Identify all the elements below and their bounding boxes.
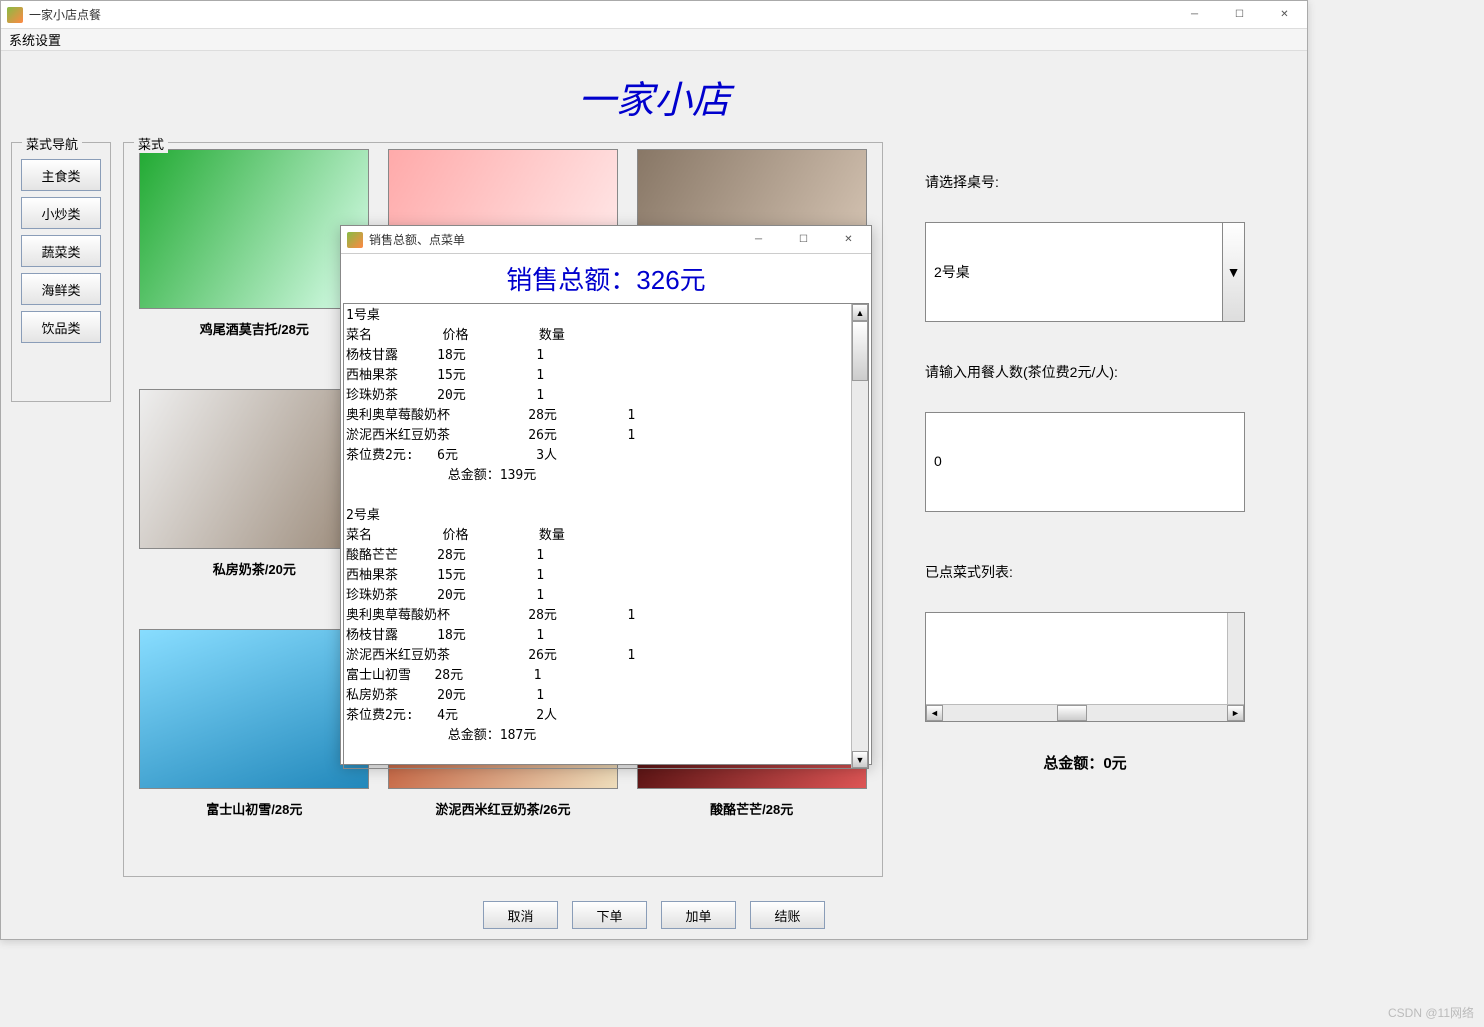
- app-icon: [7, 7, 23, 23]
- add-button[interactable]: 加单: [661, 901, 736, 929]
- scroll-down-icon[interactable]: ▼: [852, 751, 868, 768]
- dish-image: [139, 389, 369, 549]
- cancel-button[interactable]: 取消: [483, 901, 558, 929]
- menu-label: 菜式: [134, 134, 168, 153]
- ordered-list[interactable]: ◄ ►: [925, 612, 1245, 722]
- sales-modal: 销售总额、点菜单 ─ ☐ ✕ 销售总额：326元 1号桌 菜名 价格 数量 杨枝…: [340, 225, 872, 765]
- dish-image: [139, 629, 369, 789]
- vscrollbar[interactable]: [1227, 613, 1244, 704]
- app-icon: [347, 232, 363, 248]
- dish-image: [139, 149, 369, 309]
- label-ordered: 已点菜式列表:: [925, 562, 1245, 582]
- right-panel: 请选择桌号: 2号桌 ▼ 请输入用餐人数(茶位费2元/人): 0 已点菜式列表:…: [895, 132, 1265, 877]
- scroll-right-icon[interactable]: ►: [1227, 705, 1244, 721]
- watermark: CSDN @11网络: [1388, 1004, 1474, 1021]
- main-title: 一家小店点餐: [29, 6, 101, 23]
- bottom-bar: 取消 下单 加单 结账: [1, 901, 1307, 929]
- maximize-icon[interactable]: ☐: [781, 226, 826, 254]
- dish-caption: 鸡尾酒莫吉托/28元: [200, 319, 309, 338]
- order-area: 1号桌 菜名 价格 数量 杨枝甘露 18元 1 西柚果茶 15元 1 珍珠奶茶 …: [343, 303, 869, 769]
- total-value: 0元: [1103, 755, 1126, 772]
- scroll-up-icon[interactable]: ▲: [852, 304, 868, 321]
- dish-caption: 私房奶茶/20元: [213, 559, 296, 578]
- order-button[interactable]: 下单: [572, 901, 647, 929]
- menu-system-settings[interactable]: 系统设置: [9, 30, 61, 49]
- close-icon[interactable]: ✕: [826, 226, 871, 254]
- order-text: 1号桌 菜名 价格 数量 杨枝甘露 18元 1 西柚果茶 15元 1 珍珠奶茶 …: [344, 304, 868, 748]
- maximize-icon[interactable]: ☐: [1217, 1, 1262, 29]
- nav-btn-veggie[interactable]: 蔬菜类: [21, 235, 101, 267]
- dish-caption: 酸酪芒芒/28元: [710, 799, 793, 818]
- people-input[interactable]: 0: [925, 412, 1245, 512]
- scroll-thumb[interactable]: [1057, 705, 1087, 721]
- scroll-track[interactable]: [852, 321, 868, 751]
- vscrollbar[interactable]: ▲ ▼: [851, 304, 868, 768]
- scroll-left-icon[interactable]: ◄: [926, 705, 943, 721]
- sales-total-title: 销售总额：326元: [341, 254, 871, 301]
- label-people: 请输入用餐人数(茶位费2元/人):: [925, 362, 1245, 382]
- dish-caption: 淤泥西米红豆奶茶/26元: [435, 799, 570, 818]
- modal-titlebar[interactable]: 销售总额、点菜单 ─ ☐ ✕: [341, 226, 871, 254]
- people-value: 0: [934, 453, 942, 469]
- nav-group: 菜式导航 主食类 小炒类 蔬菜类 海鲜类 饮品类: [11, 142, 111, 402]
- total-line: 总金额：0元: [925, 752, 1245, 773]
- table-select-value: 2号桌: [934, 262, 970, 282]
- minimize-icon[interactable]: ─: [736, 226, 781, 254]
- scroll-track[interactable]: [943, 705, 1227, 721]
- scroll-thumb[interactable]: [852, 321, 868, 381]
- total-label: 总金额：: [1043, 755, 1103, 772]
- dish-caption: 富士山初雪/28元: [206, 799, 302, 818]
- table-select[interactable]: 2号桌 ▼: [925, 222, 1245, 322]
- nav-btn-main[interactable]: 主食类: [21, 159, 101, 191]
- nav-btn-seafood[interactable]: 海鲜类: [21, 273, 101, 305]
- hscrollbar[interactable]: ◄ ►: [926, 704, 1244, 721]
- close-icon[interactable]: ✕: [1262, 1, 1307, 29]
- app-title: 一家小店: [1, 51, 1307, 132]
- chevron-down-icon[interactable]: ▼: [1222, 223, 1244, 321]
- minimize-icon[interactable]: ─: [1172, 1, 1217, 29]
- menubar: 系统设置: [1, 29, 1307, 51]
- checkout-button[interactable]: 结账: [750, 901, 825, 929]
- label-table: 请选择桌号:: [925, 172, 1245, 192]
- modal-title: 销售总额、点菜单: [369, 231, 465, 248]
- nav-label: 菜式导航: [22, 134, 82, 153]
- nav-btn-drinks[interactable]: 饮品类: [21, 311, 101, 343]
- nav-btn-stirfry[interactable]: 小炒类: [21, 197, 101, 229]
- main-titlebar[interactable]: 一家小店点餐 ─ ☐ ✕: [1, 1, 1307, 29]
